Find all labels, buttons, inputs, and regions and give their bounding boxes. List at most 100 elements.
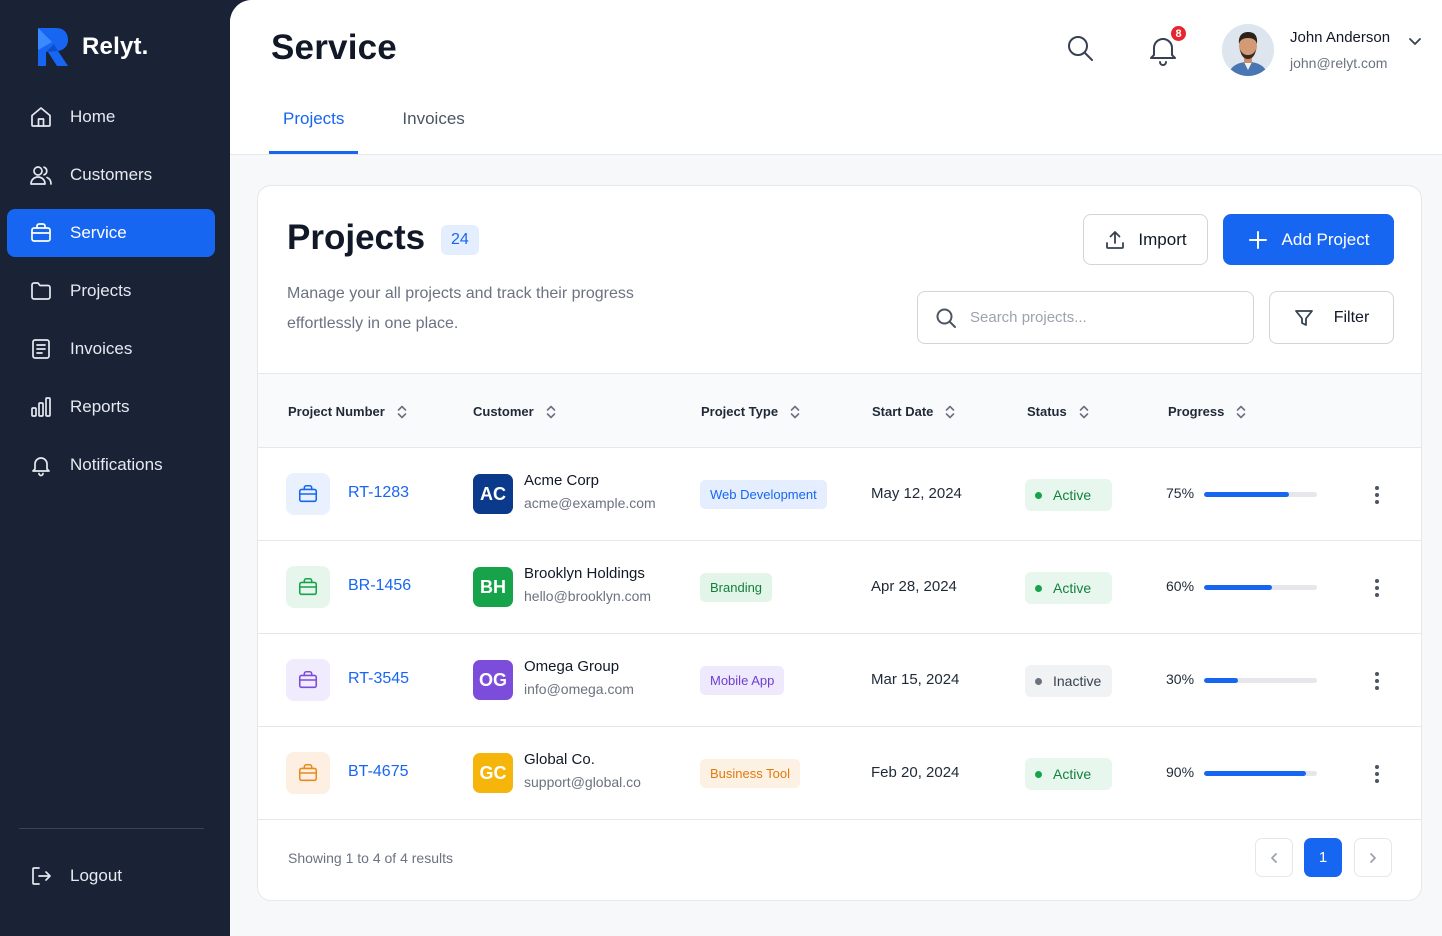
progress-bar — [1204, 678, 1317, 683]
sort-icon — [946, 405, 955, 418]
customer-avatar: AC — [473, 474, 513, 514]
status-dot — [1035, 491, 1042, 499]
sidebar-item-notifications[interactable]: Notifications — [7, 441, 215, 489]
row-actions-button[interactable] — [1362, 666, 1392, 696]
chevron-down-icon[interactable] — [1407, 33, 1423, 49]
progress-bar — [1204, 585, 1317, 590]
column-label: Status — [1027, 404, 1067, 419]
add-project-button[interactable]: Add Project — [1223, 214, 1394, 265]
customer-email: acme@example.com — [524, 495, 656, 511]
column-label: Customer — [473, 404, 534, 419]
status-label: Active — [1053, 487, 1092, 503]
filter-icon — [1294, 309, 1313, 326]
status-badge: Active — [1025, 758, 1112, 790]
more-vertical-icon — [1375, 486, 1379, 504]
status-badge: Active — [1025, 479, 1112, 511]
sort-icon — [790, 405, 800, 418]
sidebar-item-label: Projects — [70, 281, 132, 300]
progress-percent: 30% — [1166, 671, 1195, 687]
brand-name: Relyt. — [82, 33, 149, 60]
sidebar-item-label: Customers — [70, 165, 153, 184]
add-project-label: Add Project — [1281, 229, 1370, 249]
next-page-button[interactable] — [1354, 838, 1392, 877]
start-date: Mar 15, 2024 — [871, 671, 960, 688]
sort-icon — [1079, 405, 1089, 418]
bar-chart-icon — [29, 395, 53, 419]
sidebar-nav: Home Customers Service Projects Invoices… — [7, 93, 215, 499]
tab-invoices[interactable]: Invoices — [388, 100, 478, 154]
status-dot — [1035, 584, 1042, 592]
sidebar-item-label: Home — [70, 107, 116, 126]
search-icon — [936, 308, 956, 328]
prev-page-button[interactable] — [1255, 838, 1293, 877]
customer-name: Global Co. — [524, 751, 595, 768]
briefcase-icon — [298, 670, 318, 689]
progress-percent: 75% — [1166, 485, 1195, 501]
project-number-link[interactable]: BR-1456 — [348, 577, 411, 595]
search-input[interactable] — [970, 309, 1230, 326]
sort-icon — [1237, 405, 1246, 418]
page-button-current[interactable]: 1 — [1304, 838, 1342, 877]
card-description: Manage your all projects and track their… — [287, 285, 634, 332]
sidebar-divider — [19, 828, 204, 829]
logout-button[interactable]: Logout — [7, 852, 215, 900]
logout-label: Logout — [70, 866, 122, 885]
sidebar-item-home[interactable]: Home — [7, 93, 215, 141]
project-type-badge: Web Development — [700, 480, 827, 509]
start-date: Apr 28, 2024 — [871, 578, 957, 595]
status-label: Active — [1053, 766, 1092, 782]
filter-button[interactable]: Filter — [1269, 291, 1394, 344]
briefcase-icon — [298, 763, 318, 782]
table-row[interactable]: BR-1456 BH Brooklyn Holdings hello@brook… — [258, 541, 1421, 634]
briefcase-icon — [29, 221, 53, 245]
project-count-badge: 24 — [441, 225, 479, 255]
search-icon[interactable] — [1066, 34, 1094, 62]
table-row[interactable]: RT-1283 AC Acme Corp acme@example.com We… — [258, 448, 1421, 541]
plus-icon — [1248, 230, 1267, 249]
row-actions-button[interactable] — [1362, 480, 1392, 510]
project-number-link[interactable]: BT-4675 — [348, 763, 408, 781]
progress-percent: 90% — [1166, 764, 1195, 780]
project-number-link[interactable]: RT-1283 — [348, 484, 409, 502]
column-header-project-type[interactable]: Project Type — [701, 374, 801, 449]
sidebar-item-label: Reports — [70, 397, 130, 416]
progress-percent: 60% — [1166, 578, 1195, 594]
column-label: Progress — [1168, 404, 1225, 419]
sort-icon — [546, 405, 555, 418]
sidebar-item-customers[interactable]: Customers — [7, 151, 215, 199]
column-header-project-number[interactable]: Project Number — [288, 374, 408, 449]
column-header-status[interactable]: Status — [1027, 374, 1090, 449]
project-icon-wrap — [286, 566, 330, 608]
bell-icon — [29, 453, 53, 477]
row-actions-button[interactable] — [1362, 759, 1392, 789]
table-row[interactable]: BT-4675 GC Global Co. support@global.co … — [258, 727, 1421, 820]
status-dot — [1035, 677, 1042, 685]
home-icon — [29, 105, 53, 129]
tab-projects[interactable]: Projects — [269, 100, 359, 154]
brand-logo[interactable]: Relyt. — [36, 26, 149, 68]
sidebar-item-label: Invoices — [70, 339, 133, 358]
row-actions-button[interactable] — [1362, 573, 1392, 603]
table-row[interactable]: RT-3545 OG Omega Group info@omega.com Mo… — [258, 634, 1421, 727]
sidebar-item-reports[interactable]: Reports — [7, 383, 215, 431]
progress-fill — [1204, 678, 1238, 683]
column-header-customer[interactable]: Customer — [473, 374, 557, 449]
column-header-progress[interactable]: Progress — [1168, 374, 1247, 449]
sidebar-item-projects[interactable]: Projects — [7, 267, 215, 315]
project-type-badge: Branding — [700, 573, 773, 602]
import-label: Import — [1138, 229, 1187, 249]
project-type-badge: Mobile App — [700, 666, 785, 695]
user-photo — [1222, 24, 1274, 76]
sidebar-item-invoices[interactable]: Invoices — [7, 325, 215, 373]
project-icon-wrap — [286, 473, 330, 515]
project-number-link[interactable]: RT-3545 — [348, 670, 409, 688]
upload-icon — [1106, 230, 1125, 249]
status-badge: Inactive — [1025, 665, 1112, 697]
sidebar-item-service[interactable]: Service — [7, 209, 215, 257]
avatar[interactable] — [1222, 24, 1274, 76]
column-header-start-date[interactable]: Start Date — [872, 374, 956, 449]
import-button[interactable]: Import — [1083, 214, 1208, 265]
project-search — [917, 291, 1254, 344]
progress-fill — [1204, 492, 1289, 497]
chevron-left-icon — [1271, 852, 1277, 863]
